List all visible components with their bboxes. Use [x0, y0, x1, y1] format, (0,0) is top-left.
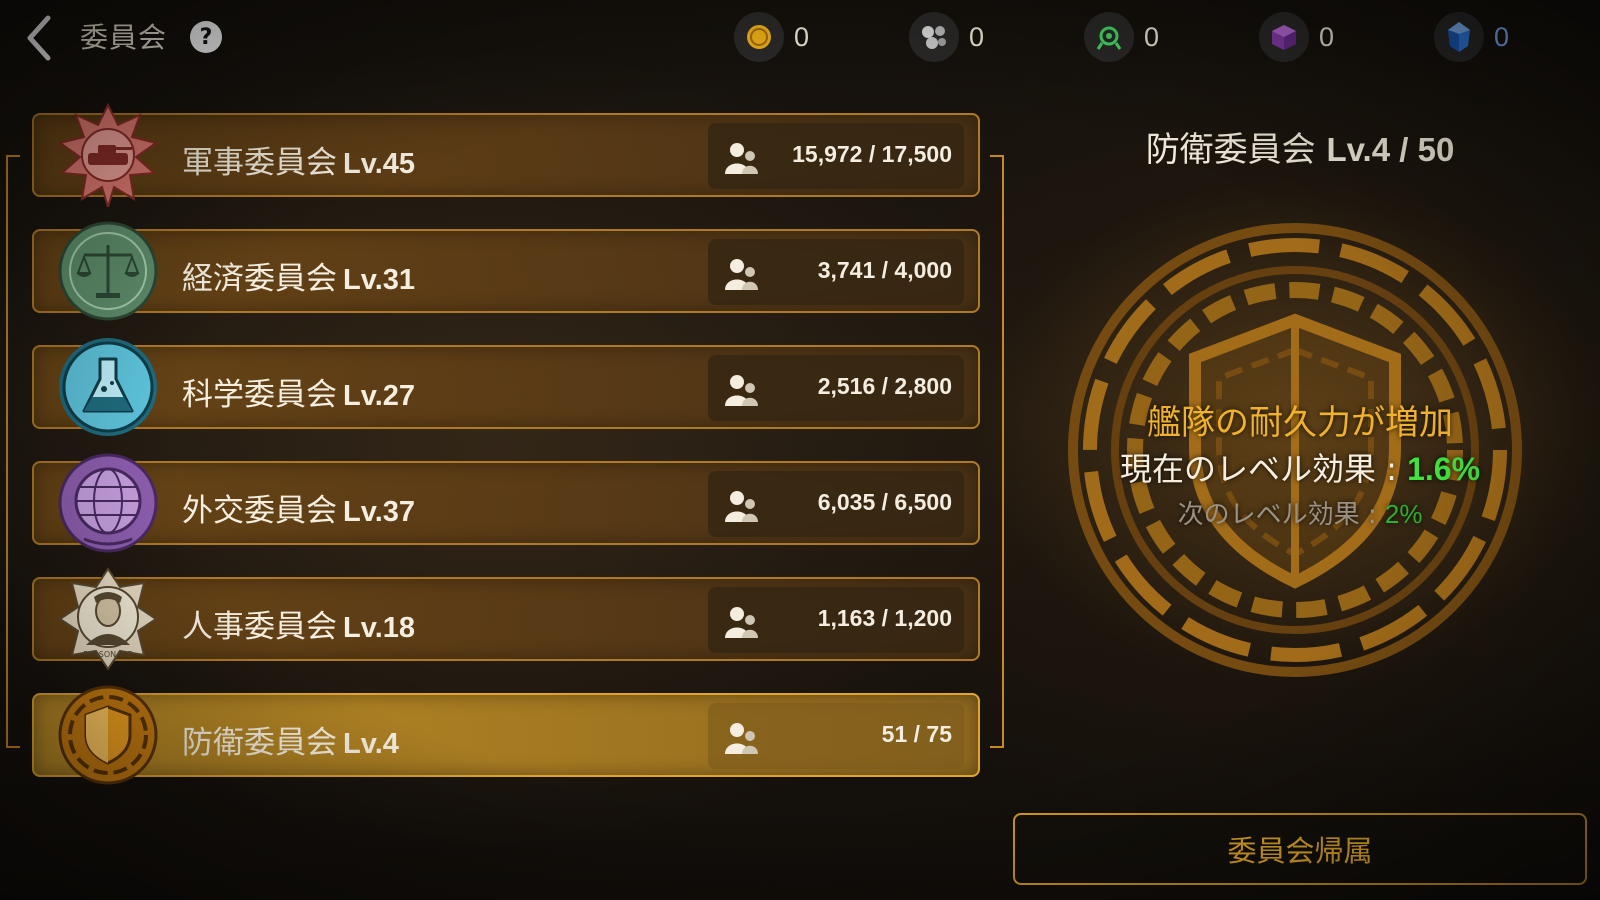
currency-cube[interactable]: 0 — [1259, 12, 1335, 62]
scales-emblem-icon — [58, 221, 158, 321]
list-bracket — [6, 155, 8, 748]
back-button[interactable] — [14, 10, 64, 66]
members-icon — [725, 607, 758, 638]
committee-screen: 委員会 ? 0 0 0 0 0 軍事委員会 Lv.45 15,972 / 17,… — [0, 0, 1600, 900]
committee-row-defense[interactable]: 防衛委員会 Lv.4 51 / 75 — [32, 685, 980, 785]
members-icon — [725, 259, 758, 290]
list-bracket-right — [1002, 155, 1004, 748]
committee-name: 人事委員会 Lv.18 — [182, 609, 416, 645]
page-title: 委員会 — [80, 21, 168, 54]
detail-title: 防衛委員会 Lv.4 / 50 — [1145, 130, 1455, 170]
tank-emblem-icon — [57, 103, 159, 207]
current-effect: 現在のレベル効果 : 1.6% — [1119, 450, 1481, 488]
committee-name: 外交委員会 Lv.37 — [182, 493, 416, 529]
flask-emblem-icon — [59, 338, 157, 436]
join-committee-button[interactable]: 委員会帰属 — [1013, 813, 1587, 885]
currency-gold[interactable]: 0 — [734, 12, 810, 62]
member-count: 51 / 75 — [708, 703, 964, 769]
committee-row-military[interactable]: 軍事委員会 Lv.45 15,972 / 17,500 — [32, 103, 980, 207]
gold-coin-icon — [734, 12, 784, 62]
help-button[interactable]: ? — [190, 21, 222, 53]
committee-name: 経済委員会 Lv.31 — [182, 261, 416, 297]
committee-row-economy[interactable]: 経済委員会 Lv.31 3,741 / 4,000 — [32, 221, 980, 321]
committee-name: 科学委員会 Lv.27 — [182, 377, 416, 413]
bracket-corner — [6, 746, 20, 748]
cube-value: 0 — [1319, 21, 1335, 52]
blue-crystal-icon — [1434, 12, 1484, 62]
crystal-value: 0 — [1494, 21, 1510, 52]
alloy-value: 0 — [969, 21, 985, 52]
effect-name: 艦隊の耐久力が増加 — [1147, 403, 1453, 443]
currency-alloy[interactable]: 0 — [909, 12, 985, 62]
bracket-corner — [990, 155, 1004, 157]
committee-row-personnel[interactable]: PERSONAGE 人事委員会 Lv.18 1,163 / 1,200 — [32, 567, 980, 671]
bracket-corner — [990, 746, 1004, 748]
next-effect: 次のレベル効果 : 2% — [1177, 499, 1423, 530]
shield-emblem-icon — [58, 685, 158, 785]
member-count: 3,741 / 4,000 — [708, 239, 964, 305]
members-icon — [725, 723, 758, 754]
committee-row-diplomacy[interactable]: 外交委員会 Lv.37 6,035 / 6,500 — [32, 453, 980, 553]
reactor-value: 0 — [1144, 21, 1160, 52]
member-count: 2,516 / 2,800 — [708, 355, 964, 421]
currency-crystal[interactable]: 0 — [1434, 12, 1510, 62]
gold-value: 0 — [794, 21, 810, 52]
committee-name: 防衛委員会 Lv.4 — [182, 725, 399, 761]
members-icon — [725, 375, 758, 406]
personage-emblem-icon: PERSONAGE — [58, 567, 158, 671]
alloy-icon — [909, 12, 959, 62]
members-icon — [725, 143, 758, 174]
emblem-text: PERSONAGE — [83, 650, 132, 659]
currency-reactor[interactable]: 0 — [1084, 12, 1160, 62]
member-count: 15,972 / 17,500 — [708, 123, 964, 189]
committee-name: 軍事委員会 Lv.45 — [182, 145, 416, 181]
reactor-core-icon — [1084, 12, 1134, 62]
purple-cube-icon — [1259, 12, 1309, 62]
member-count: 6,035 / 6,500 — [708, 471, 964, 537]
chevron-left-icon — [27, 15, 51, 61]
globe-emblem-icon — [58, 453, 158, 553]
bracket-corner — [6, 155, 20, 157]
top-bar: 委員会 ? 0 0 0 0 0 — [0, 0, 1600, 76]
members-icon — [725, 491, 758, 522]
committee-row-science[interactable]: 科学委員会 Lv.27 2,516 / 2,800 — [32, 338, 980, 436]
member-count: 1,163 / 1,200 — [708, 587, 964, 653]
